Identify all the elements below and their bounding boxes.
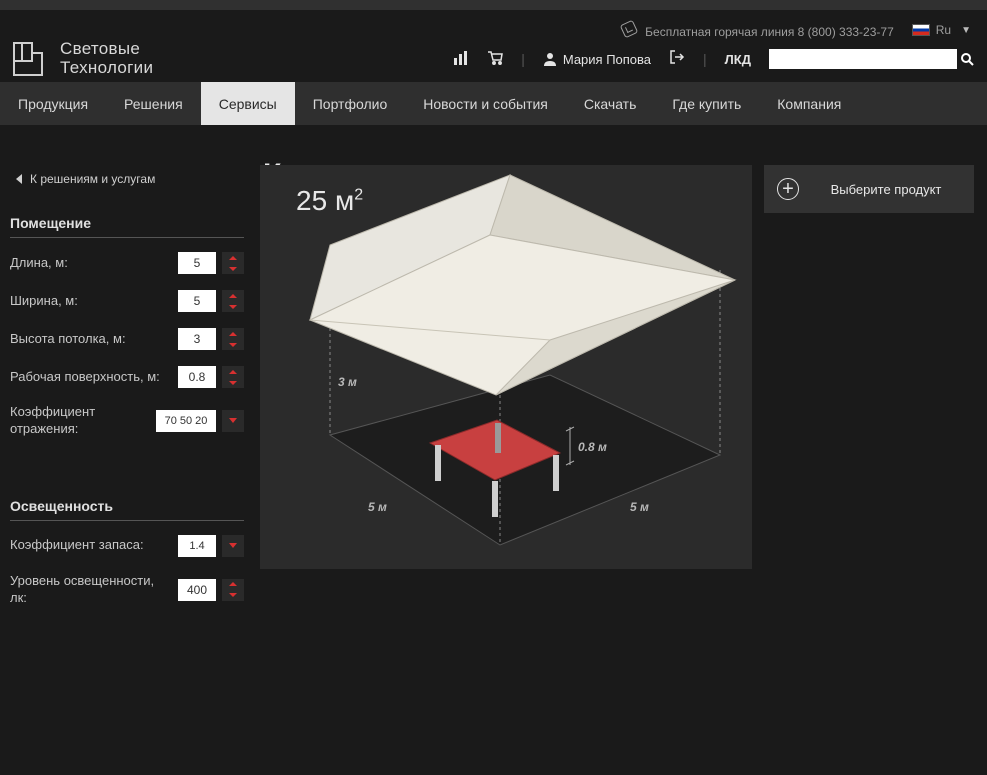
length-input[interactable] — [178, 252, 216, 274]
nav-item[interactable]: Где купить — [654, 82, 759, 125]
width-input[interactable] — [178, 290, 216, 312]
cart-icon[interactable] — [487, 51, 503, 68]
length-down[interactable] — [222, 263, 244, 274]
user-icon — [543, 52, 557, 66]
level-input[interactable] — [178, 579, 216, 601]
phone-icon — [619, 19, 638, 38]
search-input[interactable] — [769, 49, 957, 69]
reflect-dropdown-button[interactable] — [222, 410, 244, 432]
hotline-text: Бесплатная горячая линия 8 (800) 333-23-… — [645, 25, 894, 39]
nav-item[interactable]: Скачать — [566, 82, 655, 125]
section-room: Помещение — [10, 215, 244, 231]
height-label: Высота потолка, м: — [10, 331, 172, 348]
logo-text-1: Световые — [60, 40, 153, 59]
length-label: Длина, м: — [10, 255, 172, 272]
user-block[interactable]: Мария Попова — [543, 52, 651, 67]
height-input[interactable] — [178, 328, 216, 350]
nav-item[interactable]: Портфолио — [295, 82, 406, 125]
reserve-dropdown-button[interactable] — [222, 535, 244, 557]
search-box — [769, 49, 977, 69]
room-visualization: 25 м2 — [260, 165, 752, 569]
height-down[interactable] — [222, 339, 244, 350]
logo[interactable]: Световые Технологии — [10, 39, 153, 79]
divider: | — [703, 51, 707, 67]
stats-icon[interactable] — [453, 51, 469, 68]
logout-icon[interactable] — [669, 49, 685, 70]
product-select-button[interactable]: + Выберите продукт — [764, 165, 974, 213]
lkd-link[interactable]: ЛКД — [725, 52, 751, 67]
language-label: Ru — [936, 23, 951, 37]
level-down[interactable] — [222, 590, 244, 601]
surface-input[interactable] — [178, 366, 216, 388]
nav-item[interactable]: Сервисы — [201, 82, 295, 125]
search-button[interactable] — [957, 49, 977, 69]
level-label: Уровень освещенности, лк: — [10, 573, 172, 607]
surface-up[interactable] — [222, 366, 244, 377]
length-up[interactable] — [222, 252, 244, 263]
flag-icon — [912, 24, 930, 36]
language-selector[interactable]: Ru ▼ — [912, 23, 971, 37]
plus-icon: + — [777, 178, 799, 200]
chevron-left-icon — [16, 174, 22, 184]
hotline: Бесплатная горячая линия 8 (800) 333-23-… — [622, 22, 894, 39]
user-name: Мария Попова — [563, 52, 651, 67]
reserve-label: Коэффициент запаса: — [10, 537, 172, 554]
nav-item[interactable]: Продукция — [0, 82, 106, 125]
reserve-select[interactable]: 1.4 — [178, 535, 216, 557]
nav-item[interactable]: Новости и события — [405, 82, 566, 125]
logo-text-2: Технологии — [60, 59, 153, 78]
surface-label: Рабочая поверхность, м: — [10, 369, 172, 386]
product-select-label: Выберите продукт — [812, 182, 974, 197]
divider: | — [521, 51, 525, 67]
width-label: Ширина, м: — [10, 293, 172, 310]
nav-item[interactable]: Компания — [759, 82, 859, 125]
reflect-label: Коэффициент отражения: — [10, 404, 150, 438]
section-light: Освещенность — [10, 498, 244, 514]
width-up[interactable] — [222, 290, 244, 301]
reflect-select[interactable]: 70 50 20 — [156, 410, 216, 432]
nav-item[interactable]: Решения — [106, 82, 201, 125]
dim-surface: 0.8 м — [578, 440, 607, 454]
height-up[interactable] — [222, 328, 244, 339]
back-link[interactable]: К решениям и услугам — [16, 172, 155, 186]
dim-width: 5 м — [630, 500, 649, 514]
chevron-down-icon: ▼ — [961, 25, 971, 36]
back-link-label: К решениям и услугам — [30, 172, 155, 186]
search-icon — [960, 52, 974, 66]
width-down[interactable] — [222, 301, 244, 312]
level-up[interactable] — [222, 579, 244, 590]
dim-length: 5 м — [368, 500, 387, 514]
dim-height: 3 м — [338, 375, 357, 389]
surface-down[interactable] — [222, 377, 244, 388]
logo-icon — [10, 39, 50, 79]
